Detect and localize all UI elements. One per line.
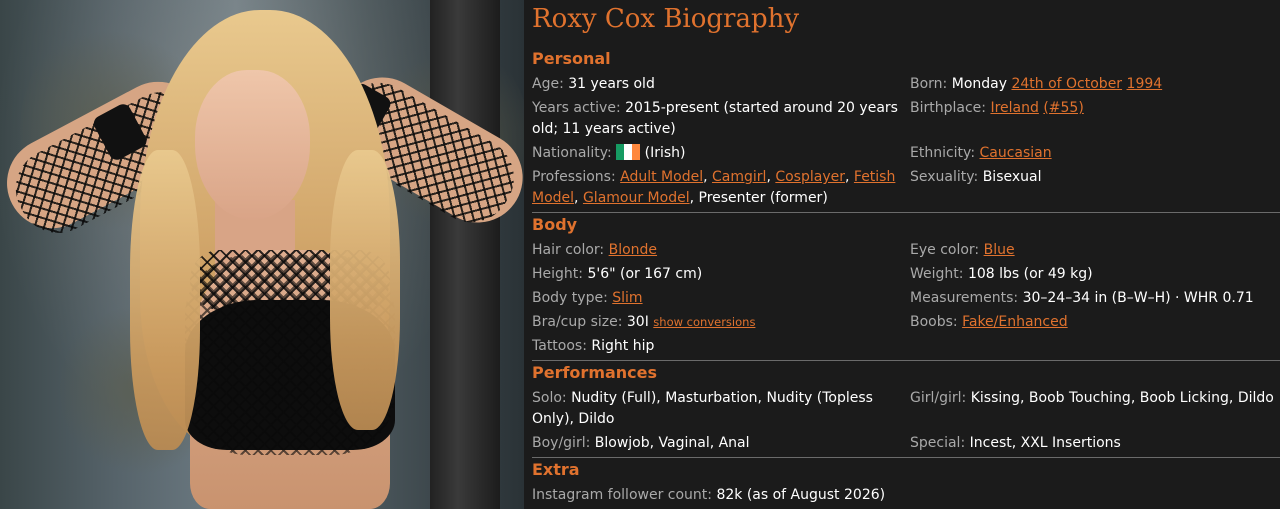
birthplace-link[interactable]: Ireland — [990, 100, 1038, 116]
tattoos-value: Right hip — [591, 338, 655, 354]
weight-row: Weight: 108 lbs (or 49 kg) — [910, 264, 1280, 285]
tattoos-row: Tattoos: Right hip — [532, 336, 904, 357]
boy-girl-label: Boy/girl: — [532, 435, 591, 451]
born-date-link[interactable]: 24th of October — [1011, 76, 1122, 92]
nationality-value: (Irish) — [644, 145, 686, 161]
instagram-label: Instagram follower count: — [532, 487, 712, 503]
age-label: Age: — [532, 76, 564, 92]
height-label: Height: — [532, 266, 583, 282]
profession-separator: , — [766, 169, 771, 185]
age-row: Age: 31 years old — [532, 74, 904, 95]
professions-label: Professions: — [532, 169, 616, 185]
sexuality-row: Sexuality: Bisexual — [910, 167, 1280, 188]
eye-color-row: Eye color: Blue — [910, 240, 1280, 261]
nationality-label: Nationality: — [532, 145, 612, 161]
boobs-link[interactable]: Fake/Enhanced — [962, 314, 1068, 330]
ireland-flag-icon — [616, 144, 641, 160]
biography-panel: Roxy Cox Biography Personal Age: 31 year… — [532, 0, 1280, 509]
boobs-row: Boobs: Fake/Enhanced — [910, 312, 1280, 333]
hair-color-label: Hair color: — [532, 242, 605, 258]
eye-color-label: Eye color: — [910, 242, 980, 258]
solo-label: Solo: — [532, 390, 567, 406]
section-extra-heading: Extra — [532, 460, 580, 479]
born-label: Born: — [910, 76, 948, 92]
body-type-label: Body type: — [532, 290, 608, 306]
show-conversions-link[interactable]: show conversions — [653, 315, 755, 329]
professions-tail: , Presenter (former) — [689, 190, 828, 206]
bra-cup-row: Bra/cup size: 30I show conversions — [532, 312, 904, 333]
born-weekday: Monday — [951, 76, 1008, 92]
bra-cup-label: Bra/cup size: — [532, 314, 623, 330]
boobs-label: Boobs: — [910, 314, 958, 330]
measurements-row: Measurements: 30–24–34 in (B–W–H) · WHR … — [910, 288, 1280, 309]
profession-separator: , — [845, 169, 850, 185]
birthplace-label: Birthplace: — [910, 100, 986, 116]
ethnicity-row: Ethnicity: Caucasian — [910, 143, 1280, 164]
weight-label: Weight: — [910, 266, 964, 282]
years-active-row: Years active: 2015-present (started arou… — [532, 98, 904, 140]
boy-girl-row: Boy/girl: Blowjob, Vaginal, Anal — [532, 433, 904, 454]
hair-color-row: Hair color: Blonde — [532, 240, 904, 261]
measurements-label: Measurements: — [910, 290, 1019, 306]
profession-separator: , — [703, 169, 708, 185]
born-row: Born: Monday 24th of October 1994 — [910, 74, 1280, 95]
age-value: 31 years old — [568, 76, 655, 92]
height-value: 5'6" (or 167 cm) — [587, 266, 703, 282]
hair-color-link[interactable]: Blonde — [609, 242, 657, 258]
ethnicity-label: Ethnicity: — [910, 145, 976, 161]
measurements-value: 30–24–34 in (B–W–H) · WHR 0.71 — [1022, 290, 1254, 306]
profession-link-cosplayer[interactable]: Cosplayer — [775, 169, 845, 185]
ethnicity-link[interactable]: Caucasian — [979, 145, 1051, 161]
page-title: Roxy Cox Biography — [532, 4, 800, 34]
instagram-value: 82k (as of August 2026) — [716, 487, 886, 503]
professions-row: Professions: Adult Model, Camgirl, Cospl… — [532, 167, 904, 209]
nationality-row: Nationality: (Irish) — [532, 143, 904, 164]
section-personal-heading: Personal — [532, 49, 611, 68]
profession-link-glamour-model[interactable]: Glamour Model — [583, 190, 690, 206]
body-type-row: Body type: Slim — [532, 288, 904, 309]
section-body-heading: Body — [532, 215, 578, 234]
section-divider — [532, 212, 1280, 213]
special-row: Special: Incest, XXL Insertions — [910, 433, 1280, 454]
girl-girl-value: Kissing, Boob Touching, Boob Licking, Di… — [970, 390, 1274, 406]
sexuality-label: Sexuality: — [910, 169, 979, 185]
solo-value: Nudity (Full), Masturbation, Nudity (Top… — [532, 390, 873, 427]
instagram-row: Instagram follower count: 82k (as of Aug… — [532, 485, 1232, 506]
profession-separator: , — [574, 190, 579, 206]
profession-link-camgirl[interactable]: Camgirl — [712, 169, 766, 185]
boy-girl-value: Blowjob, Vaginal, Anal — [594, 435, 750, 451]
special-label: Special: — [910, 435, 966, 451]
profession-link-adult-model[interactable]: Adult Model — [620, 169, 703, 185]
birthplace-rank-link[interactable]: (#55) — [1043, 100, 1083, 116]
years-active-label: Years active: — [532, 100, 621, 116]
biography-page: Roxy Cox Biography Personal Age: 31 year… — [0, 0, 1280, 509]
born-year-link[interactable]: 1994 — [1127, 76, 1163, 92]
solo-row: Solo: Nudity (Full), Masturbation, Nudit… — [532, 388, 904, 430]
birthplace-row: Birthplace: Ireland (#55) — [910, 98, 1280, 119]
body-type-link[interactable]: Slim — [612, 290, 642, 306]
girl-girl-row: Girl/girl: Kissing, Boob Touching, Boob … — [910, 388, 1280, 409]
tattoos-label: Tattoos: — [532, 338, 587, 354]
special-value: Incest, XXL Insertions — [969, 435, 1121, 451]
section-performances-heading: Performances — [532, 363, 658, 382]
section-divider — [532, 360, 1280, 361]
weight-value: 108 lbs (or 49 kg) — [967, 266, 1093, 282]
eye-color-link[interactable]: Blue — [984, 242, 1015, 258]
girl-girl-label: Girl/girl: — [910, 390, 967, 406]
height-row: Height: 5'6" (or 167 cm) — [532, 264, 904, 285]
bra-cup-value: 30I — [626, 314, 649, 330]
profile-photo — [0, 0, 524, 509]
section-divider — [532, 457, 1280, 458]
sexuality-value: Bisexual — [982, 169, 1042, 185]
